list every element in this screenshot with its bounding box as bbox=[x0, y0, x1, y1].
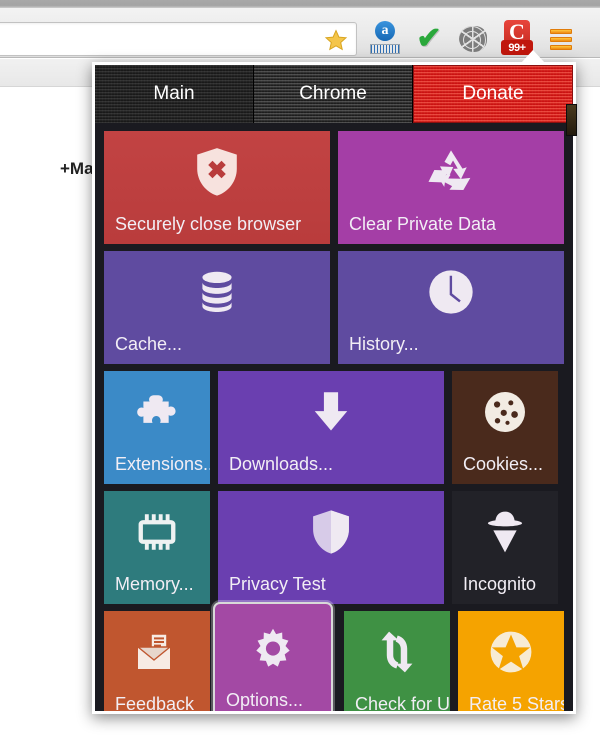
tile-history[interactable]: History... bbox=[338, 251, 564, 364]
database-icon bbox=[104, 264, 330, 320]
hamburger-bar bbox=[550, 28, 572, 34]
tile-check-for-updates[interactable]: Check for U bbox=[344, 611, 450, 714]
tile-label: Securely close browser bbox=[115, 214, 302, 234]
tile-extensions[interactable]: Extensions.. bbox=[104, 371, 210, 484]
gear-icon bbox=[215, 622, 331, 678]
tile-label: Check for U bbox=[355, 694, 450, 714]
tile-row: Cache... History... bbox=[104, 251, 573, 364]
browser-toolbar: a ✔ C 99+ bbox=[0, 8, 600, 58]
green-check-icon[interactable]: ✔ bbox=[412, 21, 446, 57]
alexa-rank-bar bbox=[370, 44, 400, 54]
popup-tab-bar: Main Chrome Donate bbox=[95, 65, 573, 123]
extension-popup: Main Chrome Donate Securely close browse… bbox=[92, 62, 576, 714]
star-circle-icon bbox=[458, 624, 564, 680]
tile-memory[interactable]: Memory... bbox=[104, 491, 210, 604]
recycle-icon bbox=[338, 144, 564, 200]
tile-label: Privacy Test bbox=[229, 574, 326, 594]
envelope-letter-icon bbox=[104, 624, 210, 680]
tile-label: Extensions.. bbox=[115, 454, 210, 474]
tile-row: Feedback Options... Check for U Rate 5 S… bbox=[104, 602, 573, 714]
popup-scrollbar[interactable] bbox=[566, 104, 577, 136]
tab-main-label: Main bbox=[153, 83, 195, 104]
web-spokes bbox=[459, 26, 487, 52]
tile-securely-close-browser[interactable]: Securely close browser bbox=[104, 131, 330, 244]
address-bar[interactable] bbox=[0, 22, 357, 56]
tile-label: Cookies... bbox=[463, 454, 544, 474]
address-bar-input[interactable] bbox=[1, 29, 301, 49]
tab-donate[interactable]: Donate bbox=[413, 65, 573, 123]
memory-chip-icon bbox=[104, 504, 210, 560]
tile-label: Clear Private Data bbox=[349, 214, 497, 234]
tile-label: Incognito bbox=[463, 574, 537, 594]
tile-incognito[interactable]: Incognito bbox=[452, 491, 558, 604]
extension-icon-bar: a ✔ C 99+ bbox=[368, 20, 578, 58]
tile-cache[interactable]: Cache... bbox=[104, 251, 330, 364]
tile-label: Downloads... bbox=[229, 454, 334, 474]
hamburger-menu-icon[interactable] bbox=[544, 21, 578, 57]
tile-clear-private-data[interactable]: Clear Private Data bbox=[338, 131, 564, 244]
tile-downloads[interactable]: Downloads... bbox=[218, 371, 444, 484]
tab-chrome-label: Chrome bbox=[299, 83, 367, 104]
browser-tab-strip bbox=[0, 0, 600, 8]
spider-web-icon[interactable] bbox=[456, 21, 490, 57]
tile-row: Securely close browser Clear Private Dat… bbox=[104, 131, 573, 244]
tab-donate-label: Donate bbox=[462, 83, 524, 104]
hamburger-bar bbox=[550, 44, 572, 50]
tile-label: Rate 5 Stars bbox=[469, 694, 564, 714]
bookmark-star-icon[interactable] bbox=[324, 28, 348, 52]
alexa-rank-icon[interactable]: a bbox=[368, 21, 402, 57]
tab-chrome[interactable]: Chrome bbox=[254, 65, 413, 123]
popup-pointer-arrow bbox=[521, 50, 545, 63]
incognito-spy-icon bbox=[452, 504, 558, 560]
tile-options-wrapper: Options... bbox=[213, 602, 336, 711]
tile-label: Feedback bbox=[115, 694, 195, 714]
tile-grid: Securely close browser Clear Private Dat… bbox=[95, 123, 573, 711]
tile-label: History... bbox=[349, 334, 419, 354]
tile-privacy-test[interactable]: Privacy Test bbox=[218, 491, 444, 604]
page-link-text[interactable]: +Ma bbox=[60, 159, 94, 179]
tab-main[interactable]: Main bbox=[95, 65, 254, 123]
tile-options[interactable]: Options... bbox=[213, 602, 333, 711]
tile-rate-5-stars[interactable]: Rate 5 Stars bbox=[458, 611, 564, 714]
clock-icon bbox=[338, 264, 564, 320]
check-glyph: ✔ bbox=[416, 22, 442, 55]
shield-x-icon bbox=[104, 144, 330, 200]
tile-row: Extensions.. Downloads... Cookies... bbox=[104, 371, 573, 484]
hamburger-bars bbox=[550, 28, 572, 50]
tile-label: Cache... bbox=[115, 334, 183, 354]
alexa-letter: a bbox=[375, 21, 395, 41]
tile-cookies[interactable]: Cookies... bbox=[452, 371, 558, 484]
tile-label: Memory... bbox=[115, 574, 194, 594]
hamburger-bar bbox=[550, 36, 572, 42]
tile-label: Options... bbox=[226, 690, 304, 710]
download-arrow-icon bbox=[218, 384, 444, 440]
tile-row: Memory... Privacy Test Incognito bbox=[104, 491, 573, 604]
shield-icon bbox=[218, 504, 444, 560]
cookie-icon bbox=[452, 384, 558, 440]
web-blob bbox=[459, 26, 487, 52]
puzzle-piece-icon bbox=[104, 384, 210, 440]
refresh-arrows-icon bbox=[344, 624, 450, 680]
tile-feedback[interactable]: Feedback bbox=[104, 611, 210, 714]
